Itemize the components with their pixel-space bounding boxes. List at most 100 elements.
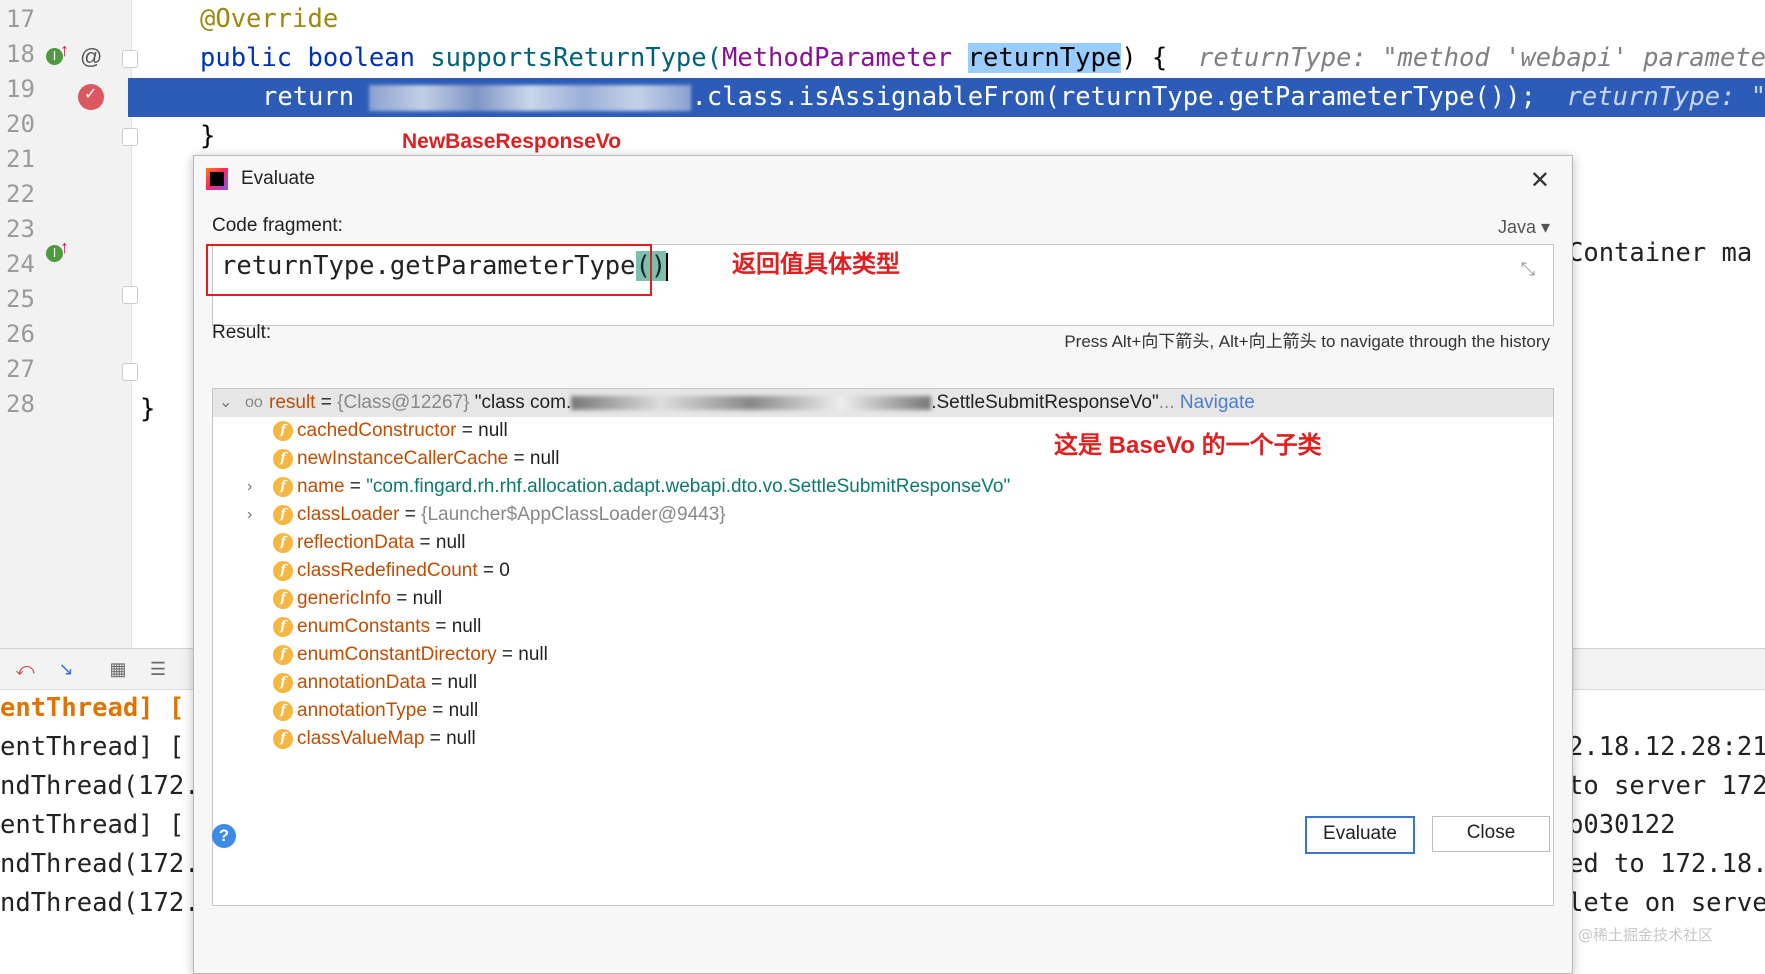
field-icon: f	[273, 673, 293, 693]
close-button[interactable]: Close	[1432, 816, 1550, 852]
field-name: annotationData	[297, 672, 426, 693]
code-return: return	[262, 82, 370, 112]
code-param-highlighted: returnType	[967, 43, 1122, 73]
redacted-package	[571, 395, 932, 410]
result-value-start: "class com.	[469, 392, 572, 413]
console-line: ndThread(172.	[0, 771, 200, 801]
step-into-icon[interactable]: ↘	[54, 657, 78, 681]
field-row[interactable]: f enumConstantDirectory = null	[213, 641, 1553, 669]
field-row[interactable]: › f classLoader = {Launcher$AppClassLoad…	[213, 501, 1553, 529]
field-name: cachedConstructor	[297, 420, 457, 441]
line-number: 18	[6, 40, 35, 68]
field-value: null	[451, 616, 482, 637]
collapse-expand-icon[interactable]: ⤡	[1521, 259, 1535, 280]
execution-point-line: return .class.isAssignableFrom(returnTyp…	[128, 78, 1765, 117]
settings-list-icon[interactable]: ☰	[146, 657, 170, 681]
dialog-title-bar[interactable]: Evaluate ✕	[194, 156, 1572, 204]
field-value: null	[412, 588, 443, 609]
field-value: null	[447, 672, 478, 693]
code-line-17: @Override	[200, 4, 339, 34]
highlight-box	[206, 244, 652, 296]
field-row[interactable]: f annotationType = null	[213, 697, 1553, 725]
expand-chevron-icon[interactable]: ›	[247, 501, 261, 529]
field-value: null	[529, 448, 560, 469]
field-row[interactable]: f reflectionData = null	[213, 529, 1553, 557]
field-row[interactable]: f cachedConstructor = null	[213, 417, 1553, 445]
field-row[interactable]: f newInstanceCallerCache = null	[213, 445, 1553, 473]
code-method-name: supportsReturnType(	[430, 43, 722, 73]
field-icon: f	[273, 729, 293, 749]
help-icon[interactable]: ?	[212, 824, 236, 848]
field-value: null	[435, 532, 466, 553]
line-number: 17	[6, 5, 35, 33]
field-name: name	[297, 476, 345, 497]
evaluate-dialog[interactable]: Evaluate ✕ Code fragment: Java ▾ returnT…	[193, 155, 1573, 974]
fold-marker-icon[interactable]	[122, 363, 138, 381]
field-icon: f	[273, 701, 293, 721]
field-icon: f	[273, 589, 293, 609]
fold-marker-icon[interactable]	[122, 50, 138, 68]
annotation-at-icon: @	[80, 44, 103, 69]
line-number: 21	[6, 145, 35, 173]
console-line: ndThread(172.	[0, 888, 200, 918]
code-tail-text: Container ma	[1568, 238, 1753, 268]
line-number: 20	[6, 110, 35, 138]
field-name: enumConstantDirectory	[297, 644, 497, 665]
field-row[interactable]: f classRedefinedCount = 0	[213, 557, 1553, 585]
code-keywords: public boolean	[200, 43, 431, 73]
line-number: 25	[6, 285, 35, 313]
watermark: @稀土掘金技术社区	[1578, 926, 1714, 944]
collapse-chevron-icon[interactable]: ⌄	[219, 389, 233, 417]
console-line: entThread] [	[0, 732, 185, 762]
line-number: 27	[6, 355, 35, 383]
field-name: classValueMap	[297, 728, 425, 749]
breakpoint-icon[interactable]	[78, 84, 104, 110]
language-selector[interactable]: Java ▾	[1498, 217, 1550, 238]
code-fragment-label: Code fragment:	[212, 215, 343, 236]
field-icon: f	[273, 505, 293, 525]
field-row[interactable]: › f name = "com.fingard.rh.rhf.allocatio…	[213, 473, 1553, 501]
field-value: 0	[499, 560, 510, 581]
field-name: classLoader	[297, 504, 400, 525]
field-row[interactable]: f genericInfo = null	[213, 585, 1553, 613]
field-row[interactable]: f enumConstants = null	[213, 613, 1553, 641]
navigate-link[interactable]: Navigate	[1180, 392, 1255, 413]
field-row[interactable]: f annotationData = null	[213, 669, 1553, 697]
console-line-tail: b030122	[1568, 810, 1676, 840]
field-value: "com.fingard.rh.rhf.allocation.adapt.web…	[366, 476, 1011, 497]
field-icon: f	[273, 617, 293, 637]
result-eq: =	[315, 392, 338, 413]
field-name: reflectionData	[297, 532, 415, 553]
result-label: Result:	[212, 322, 272, 343]
fold-marker-icon[interactable]	[122, 128, 138, 146]
line-number: 23	[6, 215, 35, 243]
field-icon: f	[273, 645, 293, 665]
restore-layout-icon[interactable]: ⤺	[13, 657, 37, 681]
close-icon[interactable]: ✕	[1530, 166, 1550, 195]
field-value: null	[478, 420, 508, 441]
line-number: 24	[6, 250, 35, 278]
line-number: 22	[6, 180, 35, 208]
redacted-class-name	[369, 85, 692, 111]
fold-marker-icon[interactable]	[122, 286, 138, 304]
console-line-tail: to server 172	[1568, 771, 1765, 801]
field-name: classRedefinedCount	[297, 560, 478, 581]
return-type-note: 返回值具体类型	[732, 251, 900, 278]
field-icon: f	[273, 533, 293, 553]
subclass-note: 这是 BaseVo 的一个子类	[1054, 432, 1322, 459]
field-icon: f	[273, 421, 293, 441]
code-line-20: }	[200, 121, 216, 151]
result-root-row[interactable]: ⌄ oo result = {Class@12267} "class com..…	[213, 389, 1553, 417]
console-line-tail: ed to 172.18.	[1568, 849, 1765, 879]
override-arrow-icon[interactable]: ↑	[60, 237, 69, 258]
table-view-icon[interactable]: ▦	[106, 657, 130, 681]
field-name: genericInfo	[297, 588, 392, 609]
expand-chevron-icon[interactable]: ›	[247, 473, 261, 501]
field-row[interactable]: f classValueMap = null	[213, 725, 1553, 753]
code-line-27: }	[140, 394, 156, 424]
code-line-18: public boolean supportsReturnType(Method…	[200, 39, 1765, 78]
field-value: null	[446, 728, 476, 749]
override-arrow-icon[interactable]: ↑	[60, 40, 69, 61]
inline-debug-hint: returnType: "m	[1566, 82, 1765, 112]
evaluate-button[interactable]: Evaluate	[1305, 816, 1415, 854]
